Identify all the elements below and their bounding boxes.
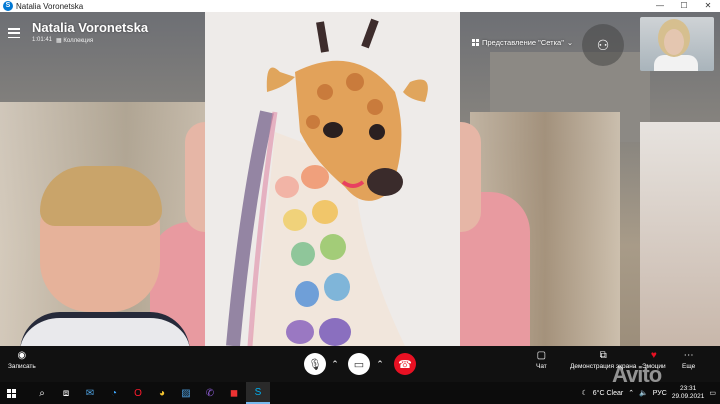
more-label: Еще xyxy=(682,363,696,370)
child-hair xyxy=(40,166,162,226)
self-view-face xyxy=(664,29,684,55)
minimize-button[interactable]: — xyxy=(648,0,672,12)
skype-taskbar-icon[interactable]: S xyxy=(246,382,270,404)
call-subtitle: 1:01:41 ▦ Коллекция xyxy=(32,37,148,44)
maximize-button[interactable]: ☐ xyxy=(672,0,696,12)
task-view-icon[interactable]: ⧈ xyxy=(54,382,78,404)
child xyxy=(20,166,190,346)
system-tray: ☾ 6°C Clear ⌃ 🔈 РУС 23:31 29.09.2021 ▭ xyxy=(582,382,717,404)
chrome-icon[interactable]: ◕ xyxy=(150,382,174,404)
start-button[interactable] xyxy=(0,382,22,404)
chevron-down-icon: ⌄ xyxy=(566,38,574,47)
gallery-icon: ▦ xyxy=(56,38,62,44)
view-mode-toggle[interactable]: Представление "Сетка" ⌄ xyxy=(472,38,573,47)
app-icon[interactable]: ◼ xyxy=(222,382,246,404)
view-mode-label: Представление "Сетка" xyxy=(482,38,564,47)
chat-icon: ▢ xyxy=(536,350,547,361)
hang-up-icon: ☎ xyxy=(398,358,412,371)
call-info: Natalia Voronetska 1:01:41 ▦ Коллекция xyxy=(32,20,148,44)
grid-icon xyxy=(472,39,479,46)
giraffe-drawing xyxy=(205,12,460,346)
add-participant-button[interactable]: ⚇ xyxy=(582,24,624,66)
add-person-icon: ⚇ xyxy=(596,36,610,53)
more-icon: ⋯ xyxy=(683,350,694,361)
record-label: Записать xyxy=(8,363,36,370)
windows-taskbar: ⌕ ⧈ ✉ ◔ O ◕ ▨ ✆ ◼ S ☾ 6°C Clear ⌃ 🔈 РУС … xyxy=(0,382,720,404)
skype-icon: S xyxy=(3,1,13,11)
viber-icon[interactable]: ✆ xyxy=(198,382,222,404)
photos-icon[interactable]: ▨ xyxy=(174,382,198,404)
call-duration: 1:01:41 xyxy=(32,37,53,43)
chat-button[interactable]: ▢ Чат xyxy=(536,349,547,370)
clock-date: 29.09.2021 xyxy=(671,393,705,400)
share-screen-icon: ⧉ xyxy=(599,350,607,361)
self-view-preview[interactable] xyxy=(640,17,714,71)
microphone-button[interactable]: 🎙 xyxy=(304,353,326,375)
weather-moon-icon: ☾ xyxy=(581,390,588,397)
skype-window: S Natalia Voronetska — ☐ ✕ Natalia Voron… xyxy=(0,0,720,404)
opera-icon[interactable]: O xyxy=(126,382,150,404)
chat-label: Чат xyxy=(536,363,547,370)
call-header: Natalia Voronetska 1:01:41 ▦ Коллекция xyxy=(8,20,148,44)
hang-up-button[interactable]: ☎ xyxy=(394,353,416,375)
caller-name: Natalia Voronetska xyxy=(32,20,149,35)
mail-icon[interactable]: ✉ xyxy=(78,382,102,404)
mic-options-chevron-icon[interactable]: ⌃ xyxy=(328,357,342,371)
window-title: Natalia Voronetska xyxy=(16,1,84,11)
notifications-icon[interactable]: ▭ xyxy=(709,389,716,397)
heart-icon: ♥ xyxy=(650,350,657,361)
weather-text[interactable]: 6°C Clear xyxy=(593,390,623,397)
camera-button[interactable]: ▭ xyxy=(348,353,370,375)
clock-time: 23:31 xyxy=(679,385,697,392)
video-camera-icon: ▭ xyxy=(353,358,365,371)
edge-icon[interactable]: ◔ xyxy=(102,382,126,404)
shelf xyxy=(640,122,720,346)
search-icon[interactable]: ⌕ xyxy=(30,382,54,404)
hamburger-menu-icon[interactable] xyxy=(8,28,20,38)
record-icon: ◉ xyxy=(17,350,27,361)
volume-icon[interactable]: 🔈 xyxy=(639,389,648,397)
record-button[interactable]: ◉ Записать xyxy=(8,349,36,370)
clock[interactable]: 23:31 29.09.2021 xyxy=(672,385,705,401)
language-indicator[interactable]: РУС xyxy=(653,390,667,397)
camera-options-chevron-icon[interactable]: ⌃ xyxy=(373,357,387,371)
close-button[interactable]: ✕ xyxy=(696,0,720,12)
microphone-icon: 🎙 xyxy=(308,358,322,371)
collection-link[interactable]: ▦ Коллекция xyxy=(56,37,93,44)
more-button[interactable]: ⋯ Еще xyxy=(682,349,695,370)
title-bar: S Natalia Voronetska — ☐ ✕ xyxy=(0,0,720,12)
tray-overflow-icon[interactable]: ⌃ xyxy=(628,389,634,397)
child-shirt xyxy=(20,312,190,346)
self-view-body xyxy=(654,55,698,71)
